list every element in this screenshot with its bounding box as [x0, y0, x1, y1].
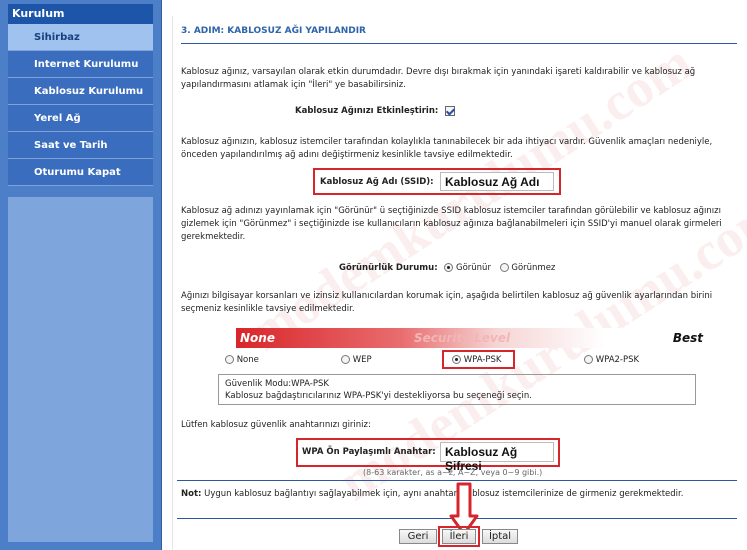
sidebar-filler [8, 197, 153, 542]
cancel-button[interactable]: İptal [482, 529, 518, 544]
enable-label: Kablosuz Ağınızı Etkinleştirin: [295, 106, 439, 116]
security-option-wep[interactable]: WEP [341, 355, 372, 365]
security-level-none: None [240, 331, 275, 345]
security-option-wpa2-psk[interactable]: WPA2-PSK [584, 355, 639, 365]
note-label: Not: [181, 489, 202, 499]
sidebar-item-kablosuz-kurulumu[interactable]: Kablosuz Kurulumu [8, 78, 153, 105]
enable-checkbox[interactable] [445, 105, 455, 116]
psk-label: WPA Ön Paylaşımlı Anahtar: [302, 447, 436, 457]
divider [177, 480, 737, 481]
security-level-best: Best [672, 331, 703, 345]
sidebar-item-sihirbaz[interactable]: Sihirbaz [8, 24, 153, 51]
psk-hint: (8-63 karakter, as a~z, A~Z, veya 0~9 gi… [363, 468, 543, 477]
psk-input[interactable]: Kablosuz Ağ Şifresi [440, 442, 554, 473]
ssid-input[interactable]: Kablosuz Ağ Adı [440, 172, 554, 191]
key-prompt-text: Lütfen kablosuz güvenlik anahtarınızı gi… [181, 420, 371, 430]
ssid-label: Kablosuz Ağ Adı (SSID): [320, 177, 434, 187]
back-button[interactable]: Geri [399, 529, 437, 544]
visibility-label: Görünürlük Durumu: [339, 263, 438, 273]
security-none-radio[interactable] [225, 355, 234, 364]
security-option-none[interactable]: None [225, 355, 259, 365]
next-button[interactable]: İleri [442, 529, 476, 544]
security-wpa-psk-label: WPA-PSK [463, 355, 502, 365]
sidebar-item-oturumu-kapat[interactable]: Oturumu Kapat [8, 159, 153, 186]
security-level-bar: None Security Level Best [236, 328, 709, 348]
sidebar-item-yerel-ag[interactable]: Yerel Ağ [8, 105, 153, 132]
security-info-text: Ağınızı bilgisayar korsanları ve izinsiz… [181, 291, 713, 314]
security-mode-text: Güvenlik Modu:WPA-PSK [225, 379, 329, 389]
security-level-label: Security Level [414, 331, 511, 345]
sidebar-title: Kurulum [8, 4, 153, 24]
visibility-visible-label: Görünür [456, 263, 491, 273]
main-panel: modemkurulumu.com modemkurulumu.com 3. A… [172, 16, 747, 550]
ssid-info-text: Kablosuz ağınızın, kablosuz istemciler t… [181, 137, 713, 160]
sidebar: Kurulum Sihirbaz Internet Kurulumu Kablo… [0, 0, 162, 550]
page-title: 3. ADIM: KABLOSUZ AĞI YAPILANDIR [181, 26, 737, 44]
visibility-row: Görünürlük Durumu: Görünür Görünmez [339, 262, 699, 275]
sidebar-item-saat-ve-tarih[interactable]: Saat ve Tarih [8, 132, 153, 159]
security-wpa-psk-radio[interactable] [452, 355, 461, 364]
note-text: Uygun kablosuz bağlantıyı sağlayabilmek … [204, 489, 684, 499]
security-none-label: None [236, 355, 259, 365]
visibility-visible-radio[interactable] [444, 263, 454, 272]
visibility-hidden-label: Görünmez [511, 263, 556, 273]
sidebar-item-internet-kurulumu[interactable]: Internet Kurulumu [8, 51, 153, 78]
intro-text: Kablosuz ağınız, varsayılan olarak etkin… [181, 67, 696, 90]
security-mode-desc: Kablosuz bağdaştırıcılarınız WPA-PSK'yi … [225, 391, 532, 401]
enable-row: Kablosuz Ağınızı Etkinleştirin: [295, 105, 595, 118]
security-wpa2-psk-label: WPA2-PSK [595, 355, 640, 365]
security-wpa2-psk-radio[interactable] [584, 355, 593, 364]
security-mode-box: Güvenlik Modu:WPA-PSK Kablosuz bağdaştır… [218, 374, 696, 405]
security-wep-label: WEP [352, 355, 372, 365]
visibility-hidden-radio[interactable] [499, 263, 509, 272]
security-option-wpa-psk[interactable]: WPA-PSK [452, 355, 501, 365]
security-wep-radio[interactable] [341, 355, 350, 364]
visibility-info-text: Kablosuz ağ adınızı yayınlamak için "Gör… [181, 206, 722, 242]
